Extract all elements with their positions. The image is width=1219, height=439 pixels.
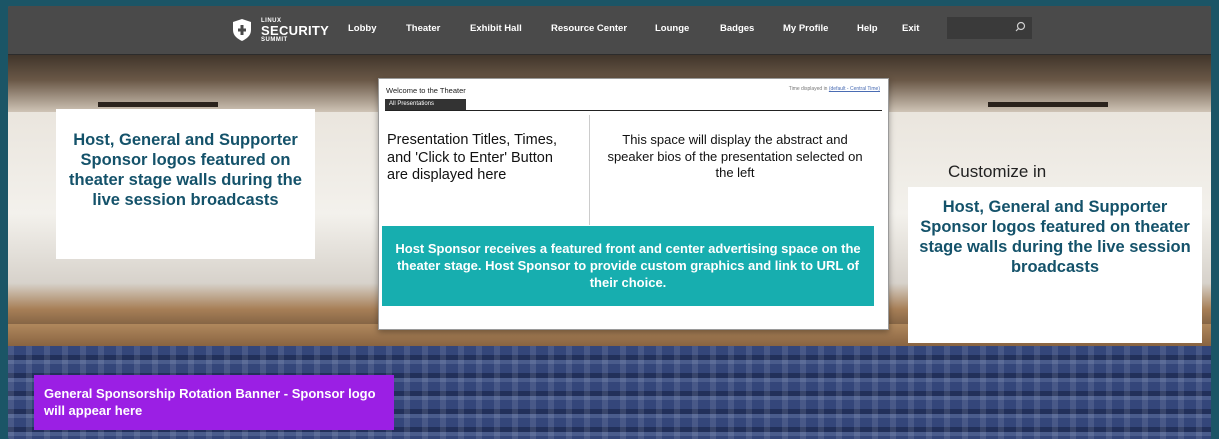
sponsor-rotation-banner[interactable]: General Sponsorship Rotation Banner - Sp…: [34, 375, 394, 430]
search-icon[interactable]: [1014, 21, 1026, 33]
customize-text: Customize in: [948, 162, 1047, 181]
logo-line-2: SECURITY: [261, 23, 330, 38]
presentation-detail-placeholder: This space will display the abstract and…: [607, 132, 863, 180]
left-sponsor-callout: Host, General and Supporter Sponsor logo…: [56, 109, 315, 259]
panel-divider-line: [385, 110, 882, 111]
host-sponsor-callout: Host Sponsor receives a featured front a…: [382, 226, 874, 306]
nav-help[interactable]: Help: [857, 23, 878, 34]
nav-resource-center[interactable]: Resource Center: [551, 23, 627, 34]
panel-column-divider: [589, 115, 590, 225]
search-input[interactable]: [947, 17, 1015, 37]
nav-exhibit-hall[interactable]: Exhibit Hall: [470, 23, 522, 34]
ceiling-beam: [988, 102, 1108, 107]
nav-badges[interactable]: Badges: [720, 23, 754, 34]
timezone-link[interactable]: (default - Central Time): [829, 86, 880, 92]
top-navbar: LINUX SECURITY SUMMIT Lobby Theater Exhi…: [8, 6, 1211, 55]
timezone-note: Time displayed in (default - Central Tim…: [789, 86, 880, 92]
panel-title: Welcome to the Theater: [386, 86, 466, 95]
search-box: [947, 17, 1032, 39]
nav-exit[interactable]: Exit: [902, 23, 919, 34]
timezone-prefix: Time displayed in: [788, 86, 828, 92]
nav-lobby[interactable]: Lobby: [348, 23, 377, 34]
ceiling-beam: [98, 102, 218, 107]
shield-logo-icon: [233, 19, 251, 41]
right-sponsor-callout: Host, General and Supporter Sponsor logo…: [908, 187, 1202, 343]
theater-scene: LINUX SECURITY SUMMIT Lobby Theater Exhi…: [8, 6, 1211, 439]
nav-my-profile[interactable]: My Profile: [783, 23, 828, 34]
nav-theater[interactable]: Theater: [406, 23, 440, 34]
nav-lounge[interactable]: Lounge: [655, 23, 689, 34]
tab-all-presentations[interactable]: All Presentations: [385, 99, 466, 110]
logo-line-3: SUMMIT: [261, 37, 288, 43]
presentation-list-placeholder: Presentation Titles, Times, and 'Click t…: [387, 132, 558, 183]
